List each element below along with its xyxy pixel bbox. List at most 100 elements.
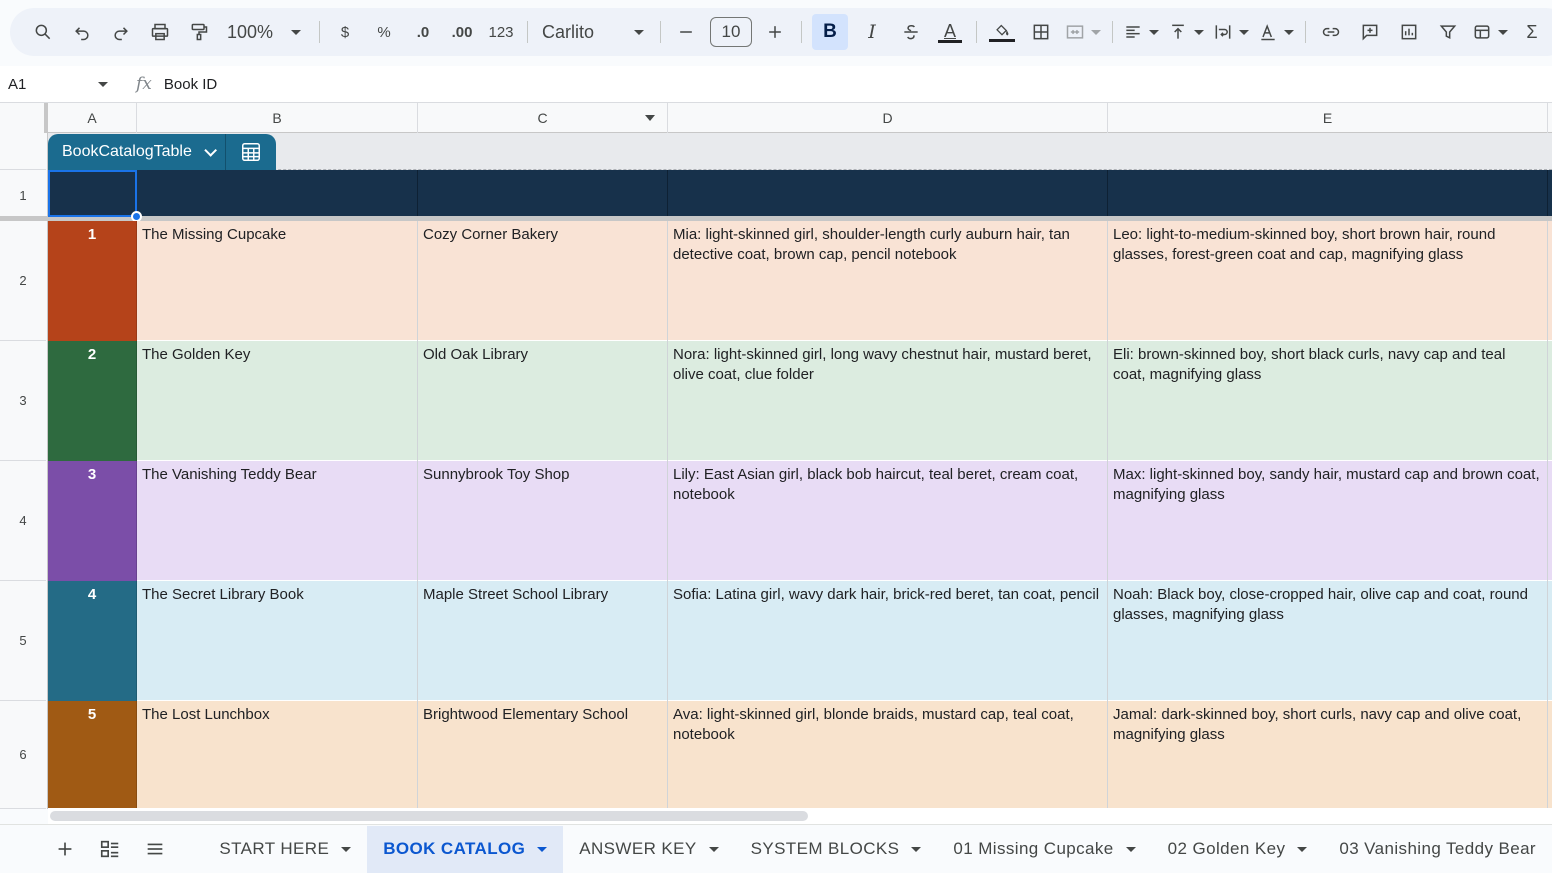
setting-cell[interactable]: Brightwood Elementary School [418, 701, 668, 821]
column-header-e[interactable]: E [1108, 103, 1548, 133]
chevron-down-icon[interactable] [537, 846, 548, 852]
detective-b-cell[interactable]: Leo: light-to-medium-skinned boy, short … [1108, 221, 1548, 341]
detective-b-cell[interactable]: Max: light-skinned boy, sandy hair, must… [1108, 461, 1548, 581]
sheet-tab[interactable]: START HERE [203, 826, 367, 873]
row-header-6[interactable]: 6 [0, 701, 46, 809]
scrollbar-thumb[interactable] [50, 811, 808, 821]
book-id-cell[interactable]: 2 [48, 341, 137, 461]
table-options-button[interactable] [1472, 16, 1508, 48]
row-header-3[interactable]: 3 [0, 341, 46, 461]
all-sheets-button[interactable] [136, 829, 173, 869]
zoom-select[interactable]: 100% [223, 16, 305, 48]
paint-format-button[interactable] [184, 16, 214, 48]
table-name-tab[interactable]: BookCatalogTable [48, 134, 276, 170]
row-header-5[interactable]: 5 [0, 581, 46, 701]
format-currency-button[interactable]: $ [330, 16, 360, 48]
column-header-a[interactable]: A [48, 103, 137, 133]
name-box[interactable]: A1 [0, 76, 112, 93]
sheet-tab[interactable]: 02 Golden Key [1152, 826, 1324, 873]
row-header-1[interactable]: 1 [0, 170, 46, 221]
decrease-decimal-button[interactable]: .0 [408, 16, 438, 48]
text-color-button[interactable]: A [935, 16, 965, 48]
book-id-cell[interactable]: 3 [48, 461, 137, 581]
header-cell-b[interactable] [137, 170, 418, 216]
column-header-b[interactable]: B [137, 103, 418, 133]
sheet-tab[interactable]: 03 Vanishing Teddy Bear [1323, 826, 1552, 873]
vertical-align-button[interactable] [1168, 16, 1204, 48]
detective-b-cell[interactable]: Noah: Black boy, close-cropped hair, oli… [1108, 581, 1548, 701]
book-title-cell[interactable]: The Lost Lunchbox [137, 701, 418, 821]
sheet-tab[interactable]: BOOK CATALOG [367, 825, 564, 873]
chevron-down-icon [1194, 29, 1204, 35]
header-cell-d[interactable] [668, 170, 1108, 216]
sheet-manager-button[interactable] [91, 829, 128, 869]
detective-a-cell[interactable]: Nora: light-skinned girl, long wavy ches… [668, 341, 1108, 461]
chevron-down-icon[interactable] [1125, 846, 1136, 852]
select-all-corner[interactable] [0, 103, 48, 133]
row-header-4[interactable]: 4 [0, 461, 46, 581]
decrease-font-size-button[interactable] [671, 16, 701, 48]
format-percent-button[interactable]: % [369, 16, 399, 48]
detective-a-cell[interactable]: Mia: light-skinned girl, shoulder-length… [668, 221, 1108, 341]
add-sheet-button[interactable] [46, 829, 83, 869]
sheet-tab[interactable]: SYSTEM BLOCKS [735, 826, 938, 873]
print-button[interactable] [145, 16, 175, 48]
setting-cell[interactable]: Old Oak Library [418, 341, 668, 461]
more-formats-button[interactable]: 123 [486, 16, 516, 48]
setting-cell[interactable]: Sunnybrook Toy Shop [418, 461, 668, 581]
row-header-2[interactable]: 2 [0, 221, 46, 341]
table-row: 5 The Lost Lunchbox Brightwood Elementary … [48, 701, 1552, 821]
detective-a-cell[interactable]: Sofia: Latina girl, wavy dark hair, bric… [668, 581, 1108, 701]
horizontal-scrollbar[interactable] [48, 808, 1552, 824]
text-rotation-button[interactable] [1258, 16, 1294, 48]
insert-chart-button[interactable] [1394, 16, 1424, 48]
fill-color-button[interactable] [987, 16, 1017, 48]
strikethrough-button[interactable] [896, 16, 926, 48]
chevron-down-icon[interactable] [911, 846, 922, 852]
chevron-down-icon[interactable] [1297, 846, 1308, 852]
chevron-down-icon[interactable] [341, 846, 352, 852]
book-title-cell[interactable]: The Missing Cupcake [137, 221, 418, 341]
insert-comment-button[interactable] [1355, 16, 1385, 48]
horizontal-align-button[interactable] [1123, 16, 1159, 48]
sheet-tab[interactable]: 01 Missing Cupcake [937, 826, 1151, 873]
functions-button[interactable]: Σ [1517, 16, 1547, 48]
bold-button[interactable]: B [812, 14, 848, 50]
column-header-c[interactable]: C [418, 103, 668, 133]
chevron-down-icon[interactable] [708, 846, 719, 852]
book-title-cell[interactable]: The Secret Library Book [137, 581, 418, 701]
header-cell-c[interactable] [418, 170, 668, 216]
increase-font-size-button[interactable] [760, 16, 790, 48]
setting-cell[interactable]: Maple Street School Library [418, 581, 668, 701]
sheet-tab[interactable]: ANSWER KEY [563, 826, 734, 873]
detective-a-cell[interactable]: Ava: light-skinned girl, blonde braids, … [668, 701, 1108, 821]
merge-cells-button[interactable] [1065, 16, 1101, 48]
text-wrapping-button[interactable] [1213, 16, 1249, 48]
borders-button[interactable] [1026, 16, 1056, 48]
toolbar-divider [801, 21, 802, 43]
search-menus-button[interactable] [28, 16, 58, 48]
table-view-button[interactable] [226, 134, 276, 170]
italic-button[interactable]: I [857, 16, 887, 48]
font-size-input[interactable]: 10 [710, 17, 752, 47]
undo-button[interactable] [67, 16, 97, 48]
detective-b-cell[interactable]: Eli: brown-skinned boy, short black curl… [1108, 341, 1548, 461]
insert-link-button[interactable] [1316, 16, 1346, 48]
table-name-button[interactable]: BookCatalogTable [48, 134, 226, 170]
increase-decimal-button[interactable]: .00 [447, 16, 477, 48]
detective-b-cell[interactable]: Jamal: dark-skinned boy, short curls, na… [1108, 701, 1548, 821]
column-header-d[interactable]: D [668, 103, 1108, 133]
book-id-cell[interactable]: 4 [48, 581, 137, 701]
book-title-cell[interactable]: The Golden Key [137, 341, 418, 461]
header-cell-e[interactable] [1108, 170, 1548, 216]
create-filter-button[interactable] [1433, 16, 1463, 48]
book-id-cell[interactable]: 5 [48, 701, 137, 821]
redo-button[interactable] [106, 16, 136, 48]
setting-cell[interactable]: Cozy Corner Bakery [418, 221, 668, 341]
column-filter-icon[interactable] [645, 115, 655, 121]
detective-a-cell[interactable]: Lily: East Asian girl, black bob haircut… [668, 461, 1108, 581]
book-id-cell[interactable]: 1 [48, 221, 137, 341]
book-title-cell[interactable]: The Vanishing Teddy Bear [137, 461, 418, 581]
formula-input[interactable]: Book ID [164, 76, 217, 93]
font-select[interactable]: Carlito [542, 22, 644, 43]
